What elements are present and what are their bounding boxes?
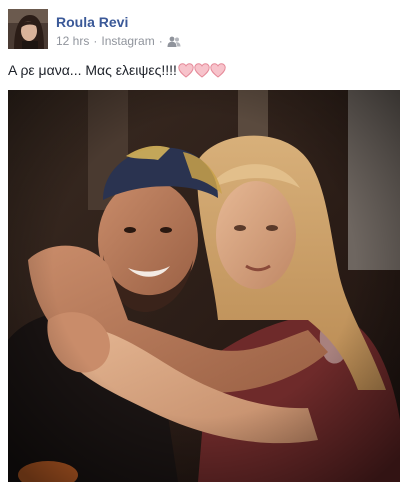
author-name[interactable]: Roula Revi: [56, 14, 128, 30]
facebook-post: Roula Revi 12 hrs · Instagram · Α ρε μαν…: [0, 0, 408, 487]
meta-separator-2: ·: [158, 34, 163, 48]
post-source-link[interactable]: Instagram: [101, 34, 154, 48]
meta-separator: ·: [93, 34, 98, 48]
heart-icon: [210, 62, 226, 78]
post-header: Roula Revi 12 hrs · Instagram ·: [8, 9, 400, 49]
heart-icon: [178, 62, 194, 78]
post-photo[interactable]: [8, 90, 400, 482]
post-message: Α ρε μανα... Μας ελειψες!!!!: [8, 62, 226, 78]
post-timestamp[interactable]: 12 hrs: [56, 34, 89, 48]
friends-icon[interactable]: [167, 36, 181, 47]
heart-icon: [194, 62, 210, 78]
avatar[interactable]: [8, 9, 48, 49]
heart-emoji-group: [178, 62, 226, 78]
post-meta: 12 hrs · Instagram ·: [56, 34, 181, 48]
post-message-text: Α ρε μανα... Μας ελειψες!!!!: [8, 62, 177, 78]
